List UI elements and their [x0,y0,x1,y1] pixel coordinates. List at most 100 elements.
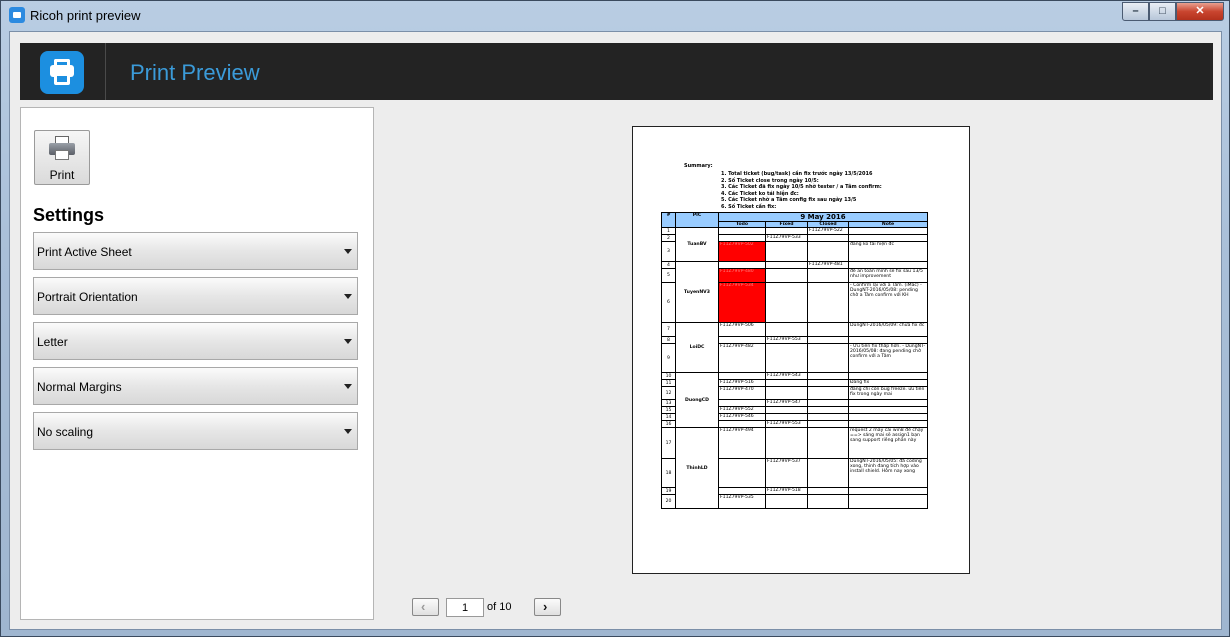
preview-area: Summary: 1. Total ticket (bug/task) cần … [376,107,1221,627]
table-row: 7 LoiDC F11Z79VP-506 DungNT-2016/05/09: chư… [661,322,928,373]
note-cell: đang ko tái hiện đc [848,241,928,262]
maximize-button[interactable]: □ [1149,2,1176,21]
fixed-cell [765,343,808,373]
summary-line: 1. Total ticket (bug/task) cần fix trước… [721,171,873,177]
dropdown-label: Print Active Sheet [37,245,132,259]
app-window: Ricoh print preview – □ ✕ Print Preview … [0,0,1230,637]
summary-line: 5. Các Ticket nhờ a Tâm config fix sau n… [721,197,857,204]
table-row: 17 ThinhLD F11Z79VP-494 request 2 máy cài w… [661,427,928,509]
note-cell [848,413,928,421]
table-row: 1 TuanBV F11Z79VP-522 [661,227,928,262]
settings-panel: Print Settings Print Active Sheet Portra… [20,107,374,620]
client-area: Print Preview Print Settings Print Activ… [9,31,1222,630]
chevron-right-icon: › [543,599,548,614]
note-cell [848,399,928,407]
closed-cell [807,336,849,344]
todo-cell [718,420,766,428]
row-number-cell: 11 [661,379,676,387]
closed-cell [807,241,849,262]
closed-cell: F11Z79VP-481 [807,261,849,269]
closed-cell [807,322,849,337]
minimize-button[interactable]: – [1122,2,1149,21]
fixed-cell [765,427,808,459]
closed-cell [807,234,849,242]
row-number-cell: 8 [661,336,676,344]
fixed-cell: F11Z79VP-547 [765,399,808,407]
note-cell: - Confirm lại với a Tâm. (iMac) - DungNT… [848,282,928,323]
note-cell: Đang fix [848,379,928,387]
chevron-down-icon [344,294,352,299]
closed-cell [807,427,849,459]
closed-cell [807,282,849,323]
fixed-cell [765,494,808,509]
fixed-cell [765,379,808,387]
row-number-cell: 4 [661,261,676,269]
page-number-input[interactable] [446,598,484,617]
page-title: Print Preview [130,60,260,85]
todo-cell [718,234,766,242]
fixed-cell: F11Z79VP-553 [765,420,808,428]
row-number-cell: 1 [661,227,676,235]
note-cell [848,494,928,509]
header-bar: Print Preview [20,43,1213,100]
todo-cell [718,372,766,380]
todo-cell [718,487,766,495]
close-button[interactable]: ✕ [1176,2,1224,21]
note-cell [848,261,928,269]
row-number-cell: 2 [661,234,676,242]
chevron-down-icon [344,429,352,434]
fixed-cell [765,406,808,414]
note-cell: request 2 máy cài win8 để chạy ==> sáng … [848,427,928,459]
closed-cell [807,399,849,407]
col-pic-header: PIC [675,212,719,228]
closed-cell [807,487,849,495]
row-number-cell: 19 [661,487,676,495]
todo-cell: F11Z79VP-482 [718,343,766,373]
col-num-header: # [661,212,676,228]
closed-cell: F11Z79VP-522 [807,227,849,235]
orientation-dropdown[interactable]: Portrait Orientation [33,277,358,315]
dropdown-label: Normal Margins [37,380,122,394]
closed-cell [807,406,849,414]
note-cell [848,227,928,235]
row-number-cell: 17 [661,427,676,459]
closed-cell [807,268,849,283]
chevron-left-icon: ‹ [421,599,426,614]
row-number-cell: 7 [661,322,676,337]
row-number-cell: 20 [661,494,676,509]
row-number-cell: 14 [661,413,676,421]
note-cell: để an toàn mình sẽ fix sau 13/5 như impr… [848,268,928,283]
summary-heading: Summary: [684,163,713,169]
title-bar[interactable]: Ricoh print preview – □ ✕ [1,1,1229,31]
previous-page-button[interactable]: ‹ [412,598,439,616]
preview-page[interactable]: Summary: 1. Total ticket (bug/task) cần … [632,126,970,574]
ticket-table: # PIC 9 May 2016 Todo Fixed Closed Note … [661,212,928,509]
fixed-cell: F11Z79VP-553 [765,336,808,344]
fixed-cell [765,268,808,283]
todo-cell: F11Z79VP-470 [718,386,766,400]
closed-cell [807,413,849,421]
fixed-cell [765,227,808,235]
todo-cell: F11Z79VP-534 [718,282,766,323]
todo-cell: F11Z79VP-480 [718,268,766,283]
print-what-dropdown[interactable]: Print Active Sheet [33,232,358,270]
closed-cell [807,343,849,373]
fixed-cell [765,241,808,262]
print-button-label: Print [49,168,75,182]
margins-dropdown[interactable]: Normal Margins [33,367,358,405]
todo-cell: F11Z79VP-546 [718,413,766,421]
closed-cell [807,379,849,387]
fixed-cell [765,322,808,337]
pic-cell: DuongCD [675,372,719,428]
fixed-cell: F11Z79VP-543 [765,372,808,380]
scaling-dropdown[interactable]: No scaling [33,412,358,450]
note-cell: DungNT-2016/05/05: đã coding xong, thinh… [848,458,928,488]
note-cell: DungNT-2016/05/09: chưa fix đc [848,322,928,337]
next-page-button[interactable]: › [534,598,561,616]
summary-line: 3. Các Ticket đã fix ngày 10/5 nhờ teste… [721,184,882,191]
pic-cell: TuyenNV3 [675,261,719,323]
row-number-cell: 6 [661,282,676,323]
note-cell [848,420,928,428]
paper-size-dropdown[interactable]: Letter [33,322,358,360]
print-button[interactable]: Print [34,130,90,185]
